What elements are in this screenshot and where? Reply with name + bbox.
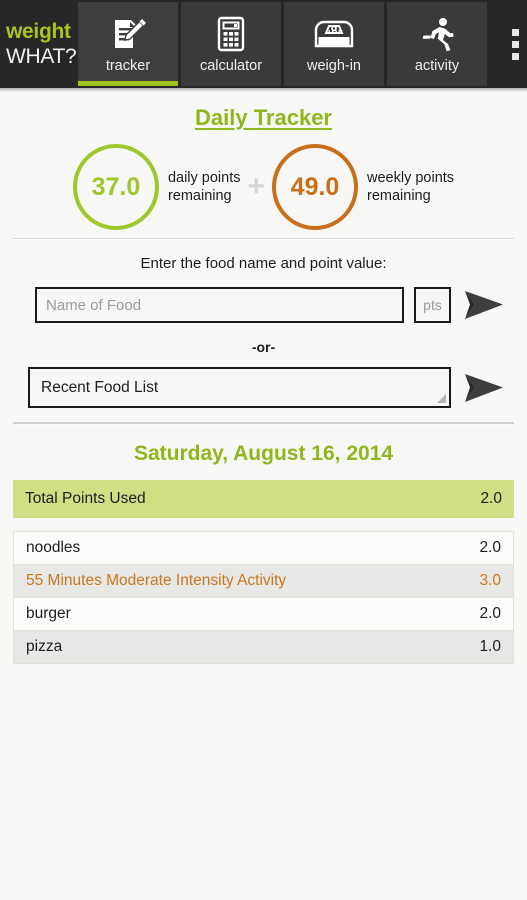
list-item[interactable]: 55 Minutes Moderate Intensity Activity 3… — [14, 564, 513, 597]
total-points-label: Total Points Used — [25, 490, 146, 507]
total-points-value: 2.0 — [480, 490, 502, 507]
recent-food-row: Recent Food List — [0, 367, 527, 408]
entry-points: 1.0 — [479, 638, 501, 655]
overflow-menu-button[interactable] — [503, 0, 527, 88]
calculator-icon — [214, 12, 248, 56]
tracker-page: Daily Tracker 37.0 daily points remainin… — [0, 88, 527, 664]
submit-food-button[interactable] — [461, 285, 507, 325]
clipboard-pencil-icon — [108, 12, 148, 56]
overflow-menu-icon — [511, 28, 519, 60]
entry-points: 2.0 — [479, 605, 501, 622]
app-top-bar: weight WHAT? tracker calculator weigh-in… — [0, 0, 527, 92]
weekly-points-value: 49.0 — [290, 172, 340, 201]
submit-recent-food-button[interactable] — [461, 368, 507, 408]
entry-name: 55 Minutes Moderate Intensity Activity — [26, 572, 287, 589]
brand-line-weight: weight — [6, 19, 71, 43]
daily-points-group: 37.0 daily points remaining — [72, 144, 241, 230]
brand-line-what: WHAT? — [6, 44, 77, 68]
entry-points: 2.0 — [479, 539, 501, 556]
entry-name: noodles — [26, 539, 81, 556]
app-logo: weight WHAT? — [0, 0, 78, 88]
food-name-input[interactable] — [35, 287, 404, 323]
date-heading: Saturday, August 16, 2014 — [133, 442, 394, 465]
points-summary: 37.0 daily points remaining + 49.0 weekl… — [0, 144, 527, 238]
list-item[interactable]: noodles 2.0 — [14, 531, 513, 564]
recent-food-list-select[interactable]: Recent Food List — [28, 367, 451, 408]
weekly-points-caption: weekly points remaining — [367, 170, 455, 204]
tab-label-weigh-in: weigh-in — [307, 58, 361, 74]
food-entry-row — [0, 285, 527, 325]
food-points-input[interactable] — [414, 287, 451, 323]
entry-name: pizza — [26, 638, 63, 655]
tab-weigh-in[interactable]: weigh-in — [284, 2, 384, 86]
tab-calculator[interactable]: calculator — [181, 2, 281, 86]
list-item[interactable]: burger 2.0 — [14, 597, 513, 630]
entry-name: burger — [26, 605, 71, 622]
tab-bar: tracker calculator weigh-in activity — [78, 0, 504, 88]
total-points-row: Total Points Used 2.0 — [13, 480, 514, 518]
page-title: Daily Tracker — [195, 105, 332, 130]
food-entry-form: Enter the food name and point value: -or… — [0, 239, 527, 422]
daily-points-caption: daily points remaining — [167, 170, 241, 204]
daily-points-ring: 37.0 — [72, 144, 159, 230]
scale-icon — [310, 12, 358, 56]
arrow-right-icon — [465, 373, 503, 402]
tab-tracker[interactable]: tracker — [78, 2, 178, 86]
list-item[interactable]: pizza 1.0 — [14, 630, 513, 663]
entry-points: 3.0 — [479, 572, 501, 589]
daily-points-value: 37.0 — [91, 172, 141, 201]
form-prompt-label: Enter the food name and point value: — [140, 255, 387, 272]
tab-label-calculator: calculator — [199, 58, 263, 74]
daily-log-section: Total Points Used 2.0 noodles 2.0 55 Min… — [0, 480, 527, 664]
or-separator-label: -or- — [251, 339, 276, 355]
weekly-points-group: 49.0 weekly points remaining — [272, 144, 454, 230]
arrow-right-icon — [465, 291, 503, 319]
tab-activity[interactable]: activity — [387, 2, 487, 86]
tab-label-activity: activity — [414, 58, 460, 74]
food-entries-list: noodles 2.0 55 Minutes Moderate Intensit… — [13, 531, 514, 664]
tab-label-tracker: tracker — [105, 58, 151, 74]
recent-food-list-value: Recent Food List — [41, 378, 159, 396]
points-plus-icon: + — [247, 170, 266, 203]
weekly-points-ring: 49.0 — [272, 144, 359, 230]
runner-icon — [419, 12, 455, 56]
